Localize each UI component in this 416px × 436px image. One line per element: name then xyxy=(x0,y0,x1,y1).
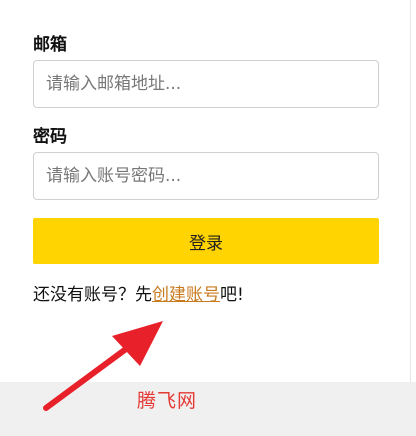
email-label: 邮箱 xyxy=(33,35,67,55)
footer-bar xyxy=(0,382,416,436)
watermark-text: 腾飞网 xyxy=(137,390,198,412)
signup-prompt: 还没有账号？先创建账号吧! xyxy=(33,284,244,306)
page-edge xyxy=(410,0,416,382)
email-input[interactable] xyxy=(33,60,379,108)
password-label: 密码 xyxy=(33,127,67,147)
login-page: 邮箱 密码 登录 还没有账号？先创建账号吧! 腾飞网 xyxy=(0,0,416,436)
signup-suffix: 吧! xyxy=(220,285,244,305)
login-button[interactable]: 登录 xyxy=(33,218,379,264)
create-account-link[interactable]: 创建账号 xyxy=(152,285,220,305)
signup-prefix: 还没有账号？先 xyxy=(33,285,152,305)
password-input[interactable] xyxy=(33,152,379,200)
